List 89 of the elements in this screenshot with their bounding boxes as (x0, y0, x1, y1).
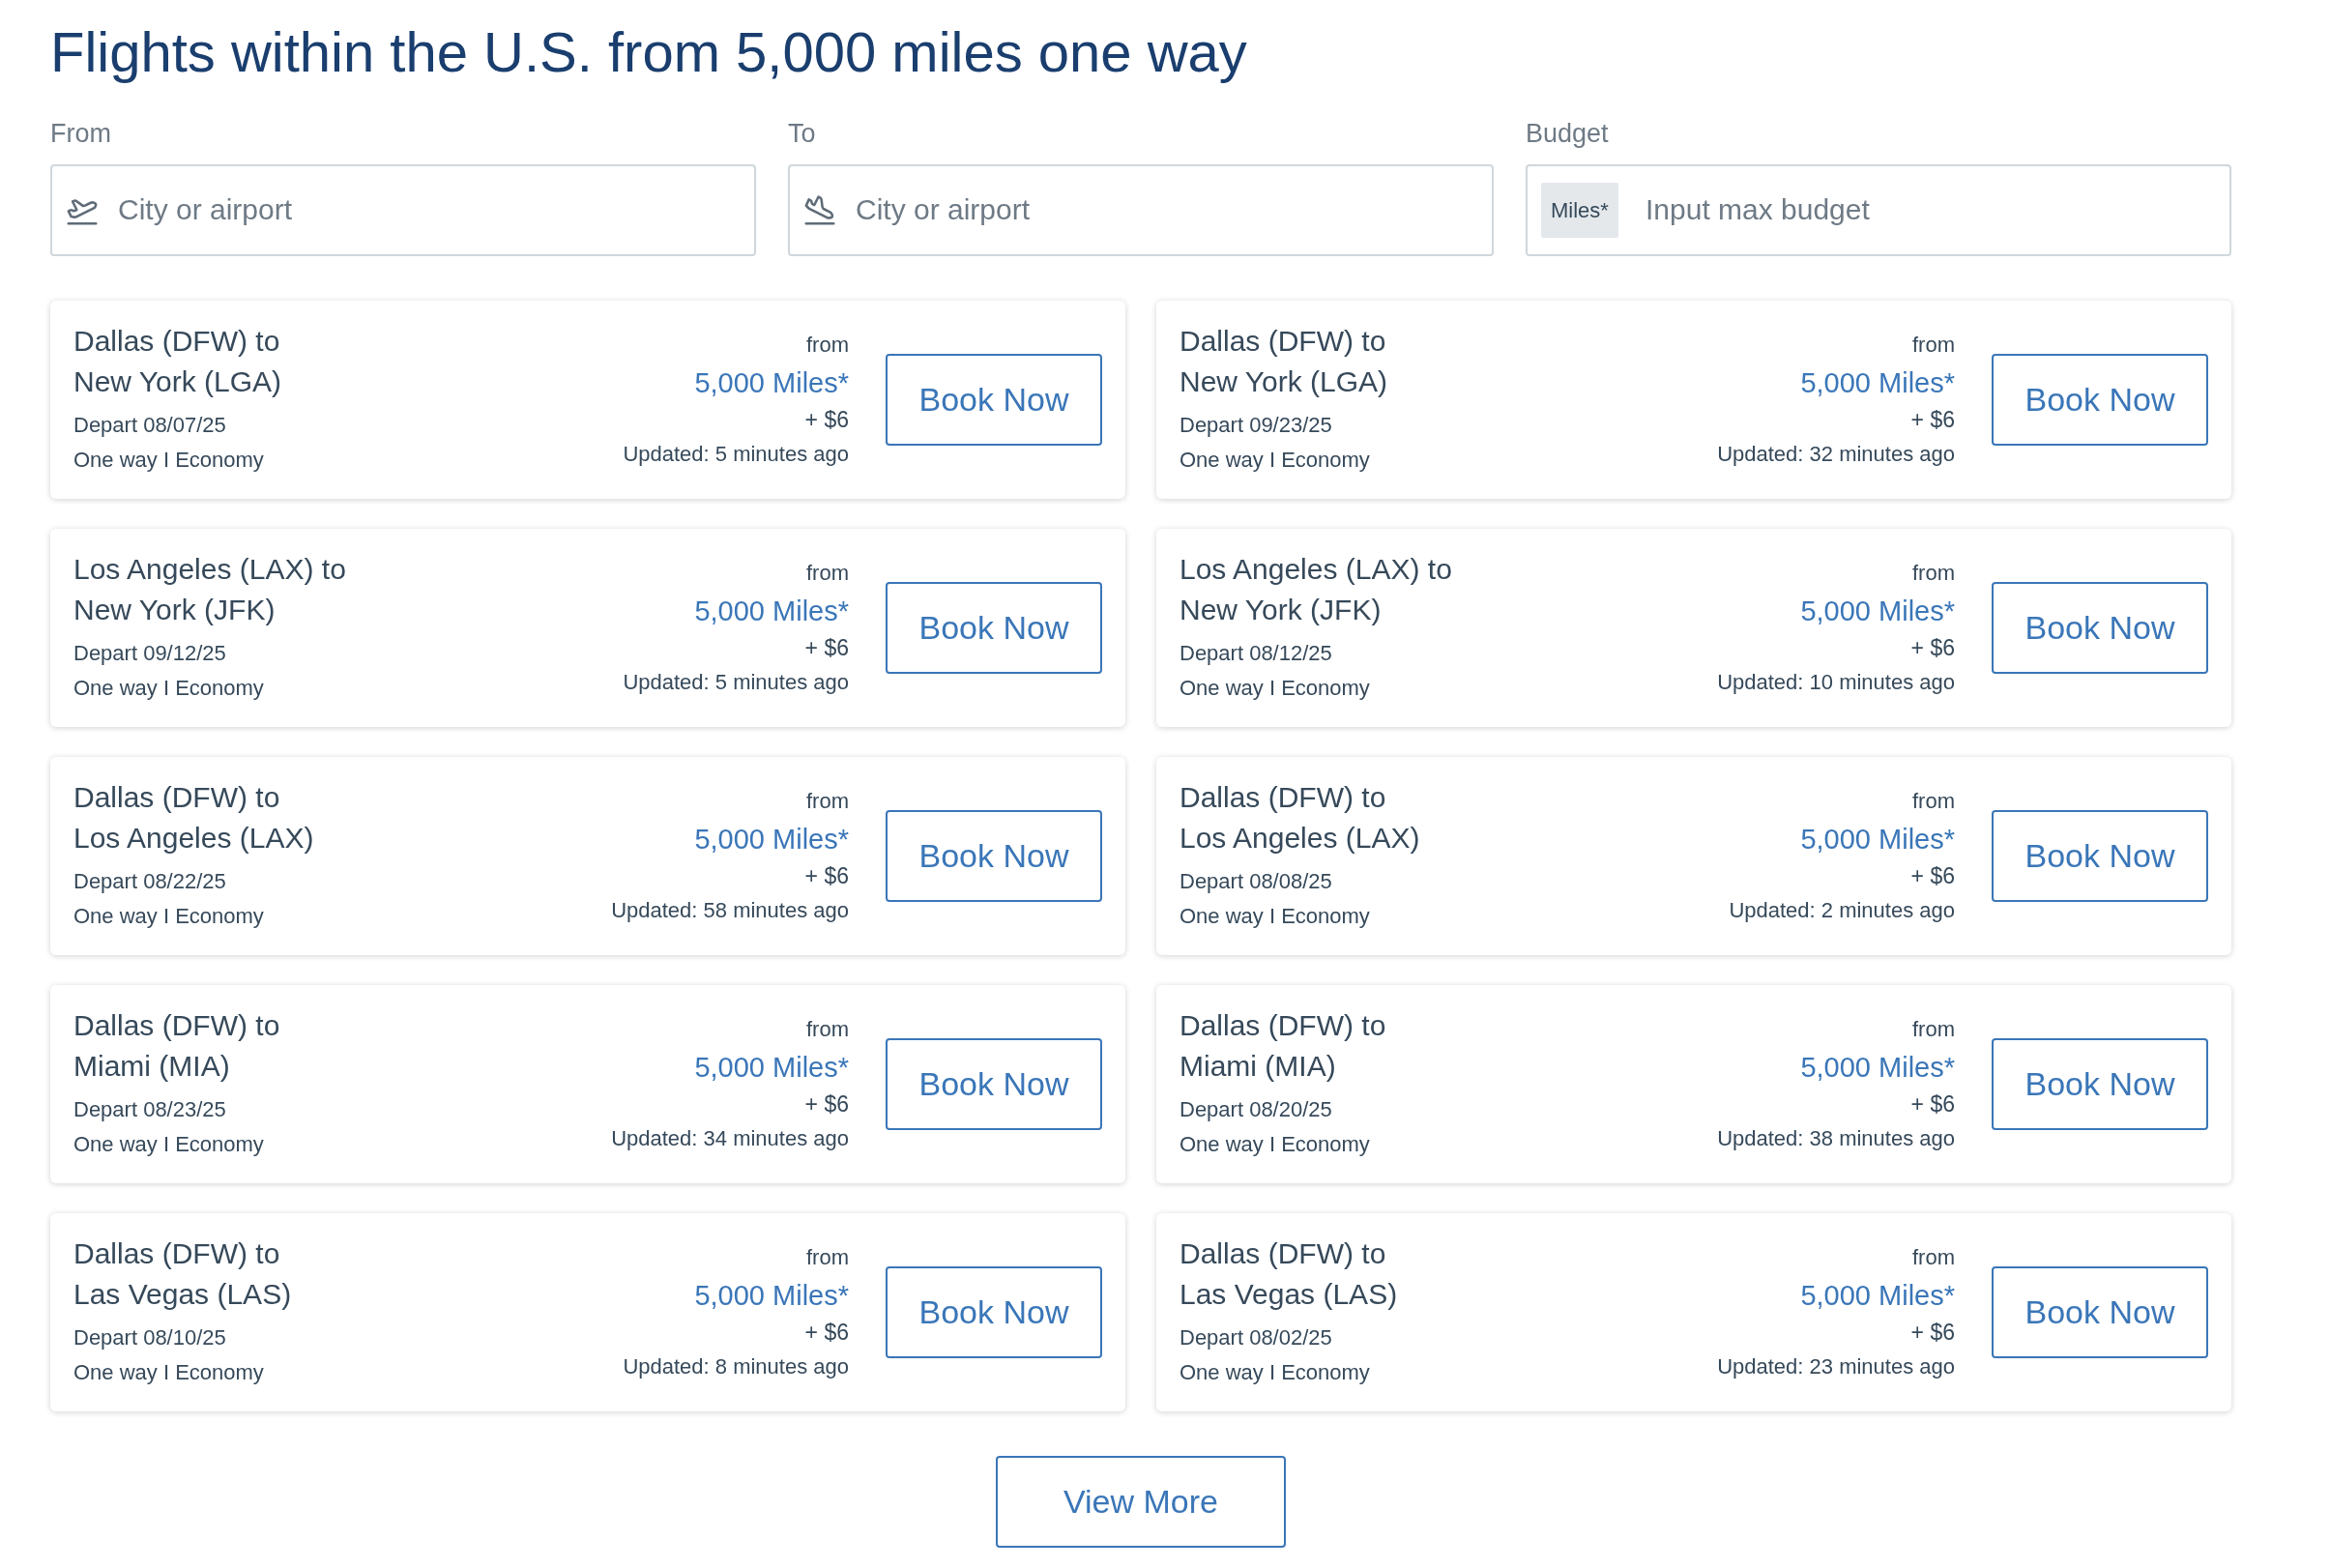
from-label: from (806, 560, 849, 588)
from-label: from (1912, 788, 1955, 816)
depart-date: Depart 08/10/25 (73, 1324, 227, 1352)
depart-date: Depart 09/23/25 (1180, 412, 1333, 440)
route-title: Dallas (DFW) to New York (LGA) (73, 324, 283, 400)
route-title: Los Angeles (LAX) to New York (JFK) (1180, 552, 1453, 628)
fee-amount: + $6 (804, 862, 849, 891)
field-label: From (50, 118, 112, 150)
updated-time: Updated: 2 minutes ago (1729, 897, 1955, 925)
updated-time: Updated: 58 minutes ago (611, 897, 849, 925)
from-label: from (1912, 332, 1955, 360)
from-label: from (1912, 560, 1955, 588)
trip-details: One way I Economy (1180, 1131, 1371, 1159)
page-title: Flights within the U.S. from 5,000 miles one way (50, 19, 1248, 85)
miles-price: 5,000 Miles* (694, 1051, 849, 1086)
fee-amount: + $6 (804, 1090, 849, 1119)
field-label: Budget (1526, 118, 1610, 150)
book-now-button[interactable]: Book Now (1992, 353, 2208, 446)
book-now-button[interactable]: Book Now (886, 353, 1102, 446)
miles-price: 5,000 Miles* (1800, 1051, 1955, 1086)
updated-time: Updated: 32 minutes ago (1717, 441, 1955, 469)
trip-details: One way I Economy (73, 1359, 265, 1387)
from-label: from (806, 332, 849, 360)
airport-field[interactable]: City or airport (788, 163, 1494, 256)
depart-date: Depart 08/22/25 (73, 868, 227, 896)
trip-details: One way I Economy (1180, 1359, 1371, 1387)
route-title: Los Angeles (LAX) to New York (JFK) (73, 552, 347, 628)
trip-details: One way I Economy (73, 903, 265, 931)
trip-details: One way I Economy (1180, 903, 1371, 931)
book-now-button[interactable]: Book Now (886, 1037, 1102, 1130)
from-label: from (1912, 1244, 1955, 1272)
updated-time: Updated: 23 minutes ago (1717, 1353, 1955, 1381)
depart-date: Depart 08/20/25 (1180, 1096, 1333, 1124)
trip-details: One way I Economy (73, 447, 265, 475)
trip-details: One way I Economy (1180, 447, 1371, 475)
depart-date: Depart 09/12/25 (73, 640, 227, 668)
fee-amount: + $6 (1910, 862, 1955, 891)
route-title: Dallas (DFW) to Miami (MIA) (1180, 1008, 1387, 1085)
trip-details: One way I Economy (1180, 675, 1371, 703)
from-label: from (806, 788, 849, 816)
book-now-button[interactable]: Book Now (886, 581, 1102, 674)
route-title: Dallas (DFW) to Los Angeles (LAX) (1180, 780, 1421, 857)
miles-price: 5,000 Miles* (694, 1279, 849, 1314)
updated-time: Updated: 34 minutes ago (611, 1125, 849, 1153)
fee-amount: + $6 (1910, 634, 1955, 663)
fee-amount: + $6 (804, 1319, 849, 1348)
from-label: from (1912, 1016, 1955, 1044)
field-label: To (788, 118, 817, 150)
book-now-button[interactable]: Book Now (1992, 809, 2208, 902)
fee-amount: + $6 (1910, 406, 1955, 435)
miles-price: 5,000 Miles* (1800, 595, 1955, 629)
trip-details: One way I Economy (73, 675, 265, 703)
updated-time: Updated: 5 minutes ago (623, 669, 849, 697)
landing-icon (803, 193, 836, 227)
route-title: Dallas (DFW) to Las Vegas (LAS) (1180, 1236, 1399, 1313)
book-now-button[interactable]: Book Now (886, 809, 1102, 902)
book-now-button[interactable]: Book Now (1992, 581, 2208, 674)
route-title: Dallas (DFW) to Las Vegas (LAS) (73, 1236, 293, 1313)
updated-time: Updated: 38 minutes ago (1717, 1125, 1955, 1153)
depart-date: Depart 08/02/25 (1180, 1324, 1333, 1352)
depart-date: Depart 08/08/25 (1180, 868, 1333, 896)
route-title: Dallas (DFW) to New York (LGA) (1180, 324, 1389, 400)
book-now-button[interactable]: Book Now (1992, 1265, 2208, 1358)
miles-price: 5,000 Miles* (1800, 823, 1955, 857)
from-label: from (806, 1244, 849, 1272)
miles-unit-label: Miles* (1541, 182, 1618, 238)
fee-amount: + $6 (1910, 1319, 1955, 1348)
book-now-button[interactable]: Book Now (886, 1265, 1102, 1358)
route-title: Dallas (DFW) to Los Angeles (LAX) (73, 780, 315, 857)
from-label: from (806, 1016, 849, 1044)
fee-amount: + $6 (804, 406, 849, 435)
miles-price: 5,000 Miles* (694, 595, 849, 629)
view-more-button[interactable]: View More (996, 1455, 1286, 1548)
airport-field[interactable]: City or airport (50, 163, 756, 256)
miles-price: 5,000 Miles* (1800, 1279, 1955, 1314)
miles-price: 5,000 Miles* (694, 366, 849, 401)
book-now-button[interactable]: Book Now (1992, 1037, 2208, 1130)
fee-amount: + $6 (804, 634, 849, 663)
depart-date: Depart 08/12/25 (1180, 640, 1333, 668)
miles-price: 5,000 Miles* (1800, 366, 1955, 401)
updated-time: Updated: 10 minutes ago (1717, 669, 1955, 697)
route-title: Dallas (DFW) to Miami (MIA) (73, 1008, 281, 1085)
updated-time: Updated: 8 minutes ago (623, 1353, 849, 1381)
depart-date: Depart 08/23/25 (73, 1096, 227, 1124)
fee-amount: + $6 (1910, 1090, 1955, 1119)
trip-details: One way I Economy (73, 1131, 265, 1159)
depart-date: Depart 08/07/25 (73, 412, 227, 440)
miles-price: 5,000 Miles* (694, 823, 849, 857)
updated-time: Updated: 5 minutes ago (623, 441, 849, 469)
